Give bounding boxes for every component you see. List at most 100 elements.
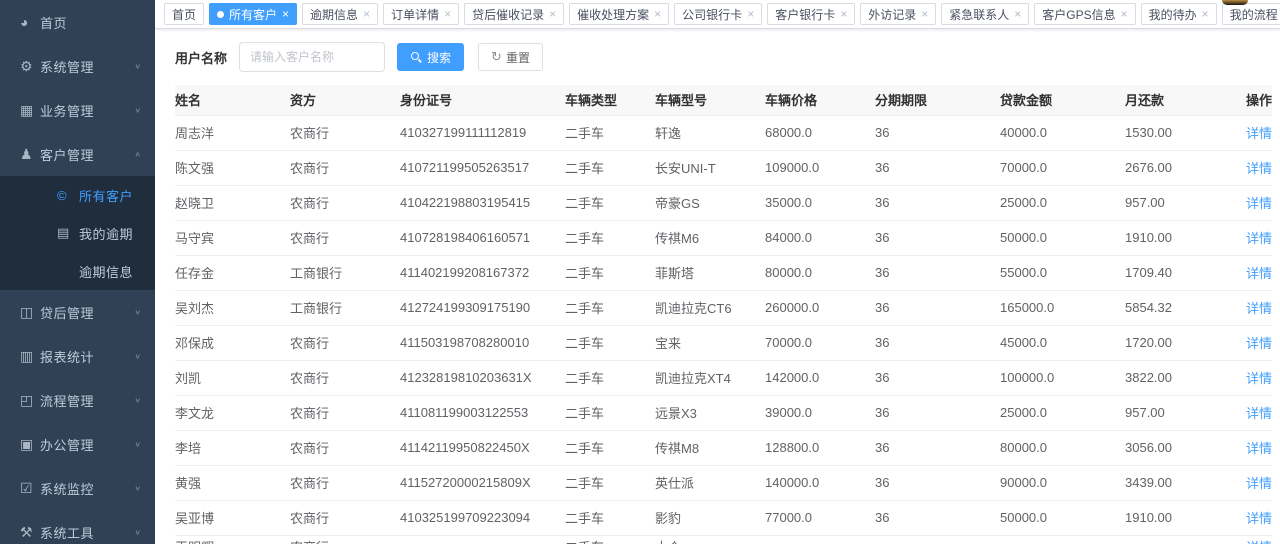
- sidebar-item-monitor[interactable]: ☑系统监控∨: [0, 466, 155, 510]
- cell-id_card: [400, 535, 565, 544]
- detail-link[interactable]: 详情: [1246, 511, 1272, 526]
- cell-vehicle_type: 二手车: [565, 395, 655, 430]
- tab-label: 我的待办: [1149, 6, 1197, 23]
- chevron-down-icon: ∨: [134, 62, 145, 71]
- detail-link[interactable]: 详情: [1246, 196, 1272, 211]
- sidebar-item-office[interactable]: ▣办公管理∨: [0, 422, 155, 466]
- sidebar-item-label: 报表统计: [40, 347, 134, 366]
- table-row: 邓保成农商行411503198708280010二手车宝来70000.03645…: [175, 325, 1272, 360]
- close-icon[interactable]: ×: [444, 8, 451, 20]
- table-row: 刘凯农商行41232819810203631X二手车凯迪拉克XT4142000.…: [175, 360, 1272, 395]
- cell-funder: 农商行: [290, 465, 400, 500]
- cell-loan_amount: 165000.0: [1000, 290, 1125, 325]
- close-icon[interactable]: ×: [549, 8, 556, 20]
- tab-customer-gps[interactable]: 客户GPS信息×: [1034, 3, 1135, 25]
- reset-button[interactable]: ↻ 重置: [478, 43, 543, 71]
- tab-overdue-info[interactable]: 逾期信息×: [302, 3, 378, 25]
- close-icon[interactable]: ×: [1202, 8, 1209, 20]
- close-icon[interactable]: ×: [840, 8, 847, 20]
- detail-link[interactable]: 详情: [1246, 476, 1272, 491]
- detail-link[interactable]: 详情: [1246, 126, 1272, 141]
- sidebar-item-system[interactable]: ⚙系统管理∨: [0, 44, 155, 88]
- table-row: 吴亚博农商行410325199709223094二手车影豹77000.03650…: [175, 500, 1272, 535]
- cell-installment_term: [875, 535, 1000, 544]
- sidebar-item-tools[interactable]: ⚒系统工具∨: [0, 510, 155, 544]
- gear-icon: ⚙: [20, 58, 40, 75]
- close-icon[interactable]: ×: [1121, 8, 1128, 20]
- copyright-icon: ©: [57, 188, 79, 203]
- tab-my-process[interactable]: 我的流程×: [1222, 3, 1280, 25]
- detail-link[interactable]: 详情: [1246, 336, 1272, 351]
- cell-installment_term: 36: [875, 220, 1000, 255]
- table-row: 任存金工商银行411402199208167372二手车菲斯塔80000.036…: [175, 255, 1272, 290]
- cell-installment_term: 36: [875, 325, 1000, 360]
- tab-home[interactable]: 首页: [164, 3, 204, 25]
- detail-link[interactable]: 详情: [1246, 161, 1272, 176]
- detail-link[interactable]: 详情: [1246, 301, 1272, 316]
- tab-my-todo[interactable]: 我的待办 ×: [1141, 3, 1217, 25]
- tab-label: 贷后催收记录: [472, 6, 544, 23]
- detail-link[interactable]: 详情: [1246, 441, 1272, 456]
- tab-order-detail[interactable]: 订单详情×: [383, 3, 459, 25]
- search-input[interactable]: [239, 42, 385, 72]
- chevron-down-icon: ∨: [134, 352, 145, 361]
- column-header-funder: 资方: [290, 85, 400, 115]
- detail-link[interactable]: 详情: [1246, 231, 1272, 246]
- cell-funder: 农商行: [290, 500, 400, 535]
- cell-action: 详情: [1225, 395, 1272, 430]
- customer-table: 姓名资方身份证号车辆类型车辆型号车辆价格分期期限贷款金额月还款操作 周志洋农商行…: [175, 85, 1272, 544]
- sidebar-item-post-loan[interactable]: ◫贷后管理∨: [0, 290, 155, 334]
- cell-vehicle_model: 轩逸: [655, 115, 765, 150]
- tab-collection-plan[interactable]: 催收处理方案×: [569, 3, 669, 25]
- close-icon[interactable]: ×: [282, 8, 289, 20]
- sidebar-item-business[interactable]: ▦业务管理∨: [0, 88, 155, 132]
- sidebar-item-home[interactable]: ◕首页: [0, 0, 155, 44]
- detail-link[interactable]: 详情: [1246, 406, 1272, 421]
- sidebar-subitem-my-overdue[interactable]: ▤我的逾期: [0, 214, 155, 252]
- table-row: 马守宾农商行410728198406160571二手车传祺M684000.036…: [175, 220, 1272, 255]
- sidebar-subitem-all-customers[interactable]: ©所有客户: [0, 176, 155, 214]
- cell-id_card: 41152720000215809X: [400, 465, 565, 500]
- sidebar-item-reports[interactable]: ▥报表统计∨: [0, 334, 155, 378]
- cell-action: 详情: [1225, 465, 1272, 500]
- cell-id_card: 41232819810203631X: [400, 360, 565, 395]
- sidebar-subitem-overdue-info[interactable]: 逾期信息: [0, 252, 155, 290]
- close-icon[interactable]: ×: [363, 8, 370, 20]
- close-icon[interactable]: ×: [921, 8, 928, 20]
- cell-action: 详情: [1225, 115, 1272, 150]
- cell-id_card: 410728198406160571: [400, 220, 565, 255]
- cell-name: 王明辉: [175, 535, 290, 544]
- cell-vehicle_price: 128800.0: [765, 430, 875, 465]
- customer-icon: ♟: [20, 146, 40, 163]
- cell-vehicle_type: 二手车: [565, 325, 655, 360]
- tags-view: 首页所有客户×逾期信息×订单详情×贷后催收记录×催收处理方案×公司银行卡×客户银…: [155, 0, 1280, 29]
- close-icon[interactable]: ×: [1014, 8, 1021, 20]
- sidebar-item-process[interactable]: ◰流程管理∨: [0, 378, 155, 422]
- tab-all-customers[interactable]: 所有客户×: [209, 3, 297, 25]
- cell-action: 详情: [1225, 500, 1272, 535]
- detail-link[interactable]: 详情: [1246, 540, 1272, 544]
- tab-emergency-contacts[interactable]: 紧急联系人×: [941, 3, 1029, 25]
- tab-customer-bank-card[interactable]: 客户银行卡×: [767, 3, 855, 25]
- monitor-icon: ☑: [20, 480, 40, 497]
- cell-vehicle_price: 142000.0: [765, 360, 875, 395]
- avatar[interactable]: [1222, 0, 1248, 5]
- detail-link[interactable]: 详情: [1246, 266, 1272, 281]
- tab-company-bank-card[interactable]: 公司银行卡×: [674, 3, 762, 25]
- tab-postloan-collection-records[interactable]: 贷后催收记录 ×: [464, 3, 564, 25]
- tab-visit-records[interactable]: 外访记录×: [860, 3, 936, 25]
- chevron-down-icon: ∨: [134, 308, 145, 317]
- close-icon[interactable]: ×: [747, 8, 754, 20]
- main-panel: 首页所有客户×逾期信息×订单详情×贷后催收记录×催收处理方案×公司银行卡×客户银…: [155, 0, 1280, 544]
- cell-vehicle_model: 传祺M8: [655, 430, 765, 465]
- refresh-icon: ↻: [491, 49, 502, 65]
- table-row: 李文龙农商行411081199003122553二手车远景X339000.036…: [175, 395, 1272, 430]
- sidebar-item-label: 系统工具: [40, 523, 134, 542]
- cell-vehicle_price: 70000.0: [765, 325, 875, 360]
- close-icon[interactable]: ×: [654, 8, 661, 20]
- tabs-list: 首页所有客户×逾期信息×订单详情×贷后催收记录×催收处理方案×公司银行卡×客户银…: [159, 3, 1280, 25]
- detail-link[interactable]: 详情: [1246, 371, 1272, 386]
- search-button[interactable]: 搜索: [397, 43, 464, 71]
- sidebar-item-customer[interactable]: ♟客户管理∧: [0, 132, 155, 176]
- cell-funder: 农商行: [290, 185, 400, 220]
